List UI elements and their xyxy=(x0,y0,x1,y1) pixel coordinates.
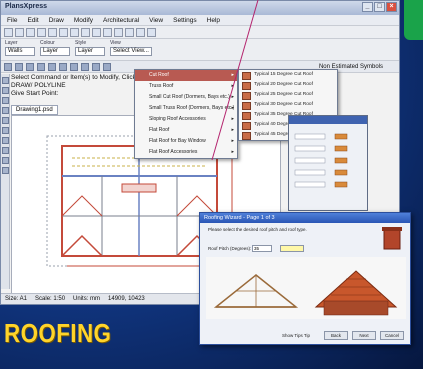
pitch-highlight-field[interactable] xyxy=(280,245,304,252)
brand-logo xyxy=(404,0,423,40)
dialog-title: Roofing Wizard - Page 1 of 3 xyxy=(200,213,410,223)
cancel-button[interactable]: Cancel xyxy=(380,331,404,340)
panel-titlebar xyxy=(289,116,367,124)
pitch-input[interactable]: 35 xyxy=(252,245,272,252)
panel-content xyxy=(294,133,348,188)
dialog-footer-tip[interactable]: Show Tips Tip xyxy=(282,333,310,338)
chimney-icon xyxy=(382,227,402,250)
roof-diagram xyxy=(206,257,406,319)
dialog-intro: Please select the desired roof pitch and… xyxy=(208,227,307,232)
pitch-label: Roof Pitch (Degrees): xyxy=(208,246,252,251)
dialog-buttons: Back Next Cancel xyxy=(324,331,404,340)
roofing-heading: ROOFING xyxy=(4,318,112,348)
roofing-wizard-dialog: Roofing Wizard - Page 1 of 3 Please sele… xyxy=(199,212,411,345)
roof-properties-panel xyxy=(288,115,368,211)
next-button[interactable]: Next xyxy=(352,331,376,340)
back-button[interactable]: Back xyxy=(324,331,348,340)
